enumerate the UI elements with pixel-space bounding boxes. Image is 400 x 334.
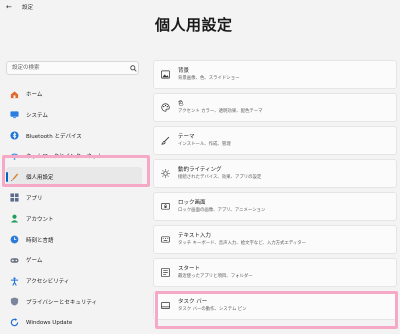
card-lock-screen[interactable]: ロック画面 ロック画面の画像、アプリ、アニメーション <box>153 192 397 221</box>
card-title: テキスト入力 <box>178 232 211 239</box>
sidebar-item-personalization[interactable]: 個人用設定 <box>6 167 142 188</box>
sidebar-item-gaming[interactable]: ゲーム <box>6 250 142 270</box>
update-icon <box>10 318 24 327</box>
settings-list: 背景 背景画像、色、スライドショー 色 アクセント カラー、透明効果、配色テーマ… <box>153 60 397 324</box>
back-arrow-icon[interactable]: ← <box>6 3 16 11</box>
brush-icon <box>10 173 24 182</box>
card-colors[interactable]: 色 アクセント カラー、透明効果、配色テーマ <box>153 93 397 122</box>
sidebar-item-accessibility[interactable]: アクセシビリティ <box>6 271 142 291</box>
card-title: テーマ <box>178 133 195 140</box>
card-taskbar[interactable]: タスク バー タスク バーの動作、システム ピン <box>153 291 397 320</box>
taskbar-icon <box>159 301 171 310</box>
search-icon[interactable] <box>128 64 138 72</box>
search-box[interactable] <box>6 61 139 75</box>
sidebar-item-label: ゲーム <box>26 258 43 265</box>
wifi-icon <box>10 152 24 161</box>
keyboard-icon <box>159 235 171 244</box>
sidebar-item-time-language[interactable]: 時刻と言語 <box>6 230 142 250</box>
sidebar-item-label: アカウント <box>26 216 54 223</box>
sun-icon <box>159 169 171 178</box>
card-subtitle: ロック画面の画像、アプリ、アニメーション <box>178 207 266 213</box>
sidebar-item-label: システム <box>26 112 48 119</box>
card-themes[interactable]: テーマ インストール、作成、管理 <box>153 126 397 155</box>
card-subtitle: タッチ キーボード、音声入力、絵文字など、入力方式エディター <box>178 240 307 246</box>
card-title: 動的ライティング <box>178 166 222 173</box>
home-icon <box>10 90 24 99</box>
start-icon <box>159 268 171 277</box>
card-subtitle: 背景画像、色、スライドショー <box>178 75 240 81</box>
sidebar-item-privacy[interactable]: プライバシーとセキュリティ <box>6 292 142 312</box>
shield-icon <box>10 297 24 307</box>
sidebar-item-windows-update[interactable]: Windows Update <box>6 313 142 333</box>
sidebar-item-bluetooth[interactable]: Bluetooth とデバイス <box>6 126 142 146</box>
sidebar-item-label: アクセシビリティ <box>26 279 70 286</box>
palette-icon <box>159 103 171 112</box>
sidebar-item-network[interactable]: ネットワークとインターネット <box>6 146 142 166</box>
card-title: ロック画面 <box>178 199 206 206</box>
person-icon <box>10 214 24 223</box>
sidebar-item-label: プライバシーとセキュリティ <box>26 299 98 306</box>
monitor-icon <box>10 110 24 119</box>
lockscreen-icon <box>159 202 171 211</box>
card-subtitle: インストール、作成、管理 <box>178 141 231 147</box>
app-title: 設定 <box>22 5 34 11</box>
sidebar-item-apps[interactable]: アプリ <box>6 188 142 208</box>
image-icon <box>159 70 171 79</box>
card-subtitle: アクセント カラー、透明効果、配色テーマ <box>178 108 263 114</box>
gamepad-icon <box>10 256 24 265</box>
card-title: 色 <box>178 100 184 107</box>
sidebar-item-label: Windows Update <box>26 319 73 326</box>
accessibility-icon <box>10 277 24 286</box>
card-title: 背景 <box>178 67 190 74</box>
brush-icon <box>159 136 171 145</box>
apps-icon <box>10 193 24 203</box>
bluetooth-icon <box>10 131 24 140</box>
titlebar: ← 設定 <box>0 0 400 14</box>
card-title: タスク バー <box>178 298 208 305</box>
card-start[interactable]: スタート 最近使ったアプリと項目、フォルダー <box>153 258 397 287</box>
card-title: スタート <box>178 265 201 272</box>
sidebar-item-label: Bluetooth とデバイス <box>26 133 82 140</box>
sidebar-item-home[interactable]: ホーム <box>6 84 142 104</box>
card-subtitle: 接続されたデバイス、効果、アプリの設定 <box>178 174 262 180</box>
globe-clock-icon <box>10 235 24 244</box>
sidebar-item-label: ネットワークとインターネット <box>26 154 104 161</box>
card-subtitle: 最近使ったアプリと項目、フォルダー <box>178 273 253 279</box>
sidebar-nav: ホーム システム Bluetooth とデバイス ネットワークとインターネット … <box>6 84 142 334</box>
card-background[interactable]: 背景 背景画像、色、スライドショー <box>153 60 397 89</box>
sidebar-item-label: 個人用設定 <box>26 175 54 182</box>
card-text-input[interactable]: テキスト入力 タッチ キーボード、音声入力、絵文字など、入力方式エディター <box>153 225 397 254</box>
card-dynamic-lighting[interactable]: 動的ライティング 接続されたデバイス、効果、アプリの設定 <box>153 159 397 188</box>
sidebar-item-system[interactable]: システム <box>6 105 142 125</box>
sidebar-item-accounts[interactable]: アカウント <box>6 209 142 229</box>
sidebar-item-label: 時刻と言語 <box>26 237 54 244</box>
sidebar-item-label: ホーム <box>26 92 43 98</box>
search-input[interactable] <box>7 62 128 74</box>
card-subtitle: タスク バーの動作、システム ピン <box>178 306 247 312</box>
sidebar-item-label: アプリ <box>26 195 43 202</box>
page-title: 個人用設定 <box>155 16 233 34</box>
